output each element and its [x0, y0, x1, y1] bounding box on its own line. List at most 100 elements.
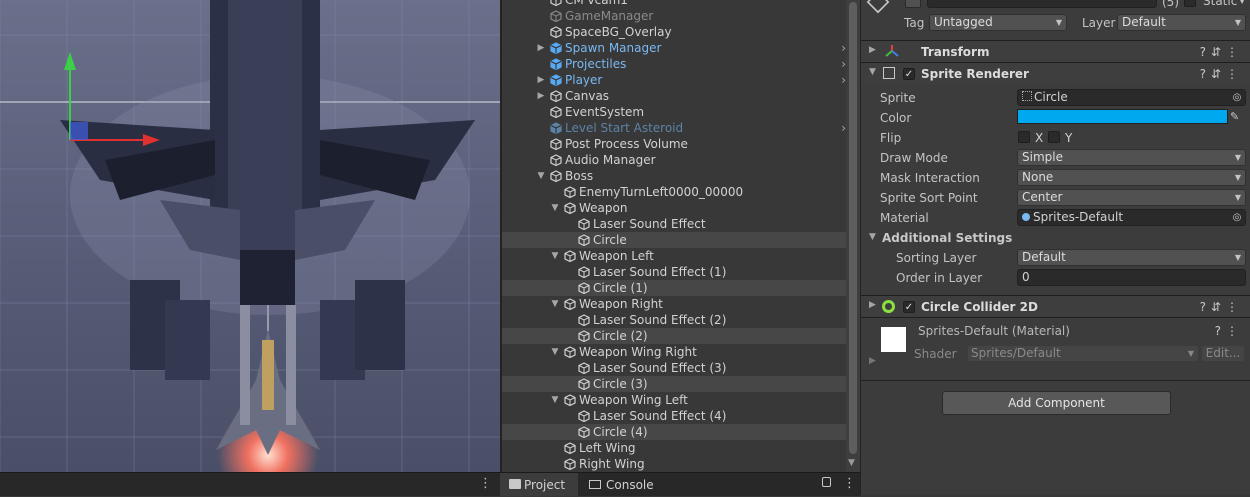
static-dropdown-arrow[interactable]: ▼: [1239, 0, 1245, 5]
hierarchy-item[interactable]: ▼ Weapon Left: [502, 248, 848, 264]
material-object-field[interactable]: Sprites-Default ◎: [1017, 209, 1246, 226]
hierarchy-item[interactable]: Laser Sound Effect (4): [502, 408, 848, 424]
hierarchy-item-label: Level Start Asteroid: [565, 121, 684, 135]
collapse-caret-icon[interactable]: ▼: [550, 344, 560, 360]
hierarchy-item-label: Laser Sound Effect (4): [593, 409, 727, 423]
hierarchy-item[interactable]: Laser Sound Effect: [502, 216, 848, 232]
layer-dropdown[interactable]: Default ▼: [1117, 14, 1246, 31]
sprite-object-field[interactable]: Circle ◎: [1017, 89, 1246, 106]
flip-y-checkbox[interactable]: [1048, 131, 1060, 143]
inspector-panel: (5) Static ▼ Tag Untagged ▼ Layer Default…: [860, 0, 1250, 495]
object-picker-icon[interactable]: ◎: [1229, 90, 1245, 105]
collapse-caret-icon[interactable]: ▼: [536, 168, 546, 184]
scene-more-menu[interactable]: ⋮: [479, 476, 492, 491]
circle-collider-header[interactable]: ▶ ✓ Circle Collider 2D ?⇵⋮: [861, 295, 1250, 318]
sprite-renderer-header[interactable]: ▼ ✓ Sprite Renderer ?⇵⋮: [861, 62, 1250, 85]
material-header-icons[interactable]: ?⋮: [1215, 324, 1243, 338]
hierarchy-item[interactable]: Level Start Asteroid ›: [502, 120, 848, 136]
expand-caret-icon[interactable]: ▶: [869, 300, 876, 310]
circle-collider-enabled-checkbox[interactable]: ✓: [903, 301, 915, 313]
hierarchy-item[interactable]: Circle: [502, 232, 848, 248]
hierarchy-item[interactable]: EventSystem: [502, 104, 848, 120]
hierarchy-item[interactable]: Audio Manager: [502, 152, 848, 168]
hierarchy-item[interactable]: ▼ Weapon Wing Left: [502, 392, 848, 408]
hierarchy-item[interactable]: ▶ Spawn Manager ›: [502, 40, 848, 56]
mask-interaction-dropdown[interactable]: None ▼: [1017, 169, 1246, 186]
component-header-icons[interactable]: ?⇵⋮: [1200, 300, 1243, 314]
sprite-renderer-enabled-checkbox[interactable]: ✓: [903, 68, 915, 80]
color-swatch[interactable]: [1017, 109, 1228, 124]
object-picker-icon[interactable]: ◎: [1229, 210, 1245, 225]
hierarchy-item[interactable]: CM vcam1: [502, 0, 848, 8]
tab-console[interactable]: Console: [580, 473, 670, 496]
hierarchy-item[interactable]: ▼ Boss: [502, 168, 848, 184]
hierarchy-scrollbar[interactable]: ▼: [846, 0, 860, 472]
hierarchy-item[interactable]: SpaceBG_Overlay: [502, 24, 848, 40]
collapse-caret-icon[interactable]: ▼: [869, 232, 876, 242]
collapse-caret-icon[interactable]: ▼: [869, 67, 876, 77]
hierarchy-item[interactable]: Laser Sound Effect (2): [502, 312, 848, 328]
hierarchy-item[interactable]: Projectiles ›: [502, 56, 848, 72]
hierarchy-item[interactable]: Laser Sound Effect (3): [502, 360, 848, 376]
hierarchy-item[interactable]: Right Wing: [502, 456, 848, 472]
hierarchy-item[interactable]: Post Process Volume: [502, 136, 848, 152]
hierarchy-item[interactable]: ▼ Weapon Right: [502, 296, 848, 312]
tab-project[interactable]: Project: [500, 473, 578, 496]
hierarchy-item[interactable]: Circle (1): [502, 280, 848, 296]
expand-caret-icon[interactable]: ▶: [869, 45, 876, 55]
additional-settings-row[interactable]: ▼ Additional Settings: [861, 228, 1250, 248]
expand-caret-icon[interactable]: ▶: [536, 72, 546, 88]
flip-x-checkbox[interactable]: [1018, 131, 1030, 143]
hierarchy-item[interactable]: Circle (2): [502, 328, 848, 344]
expand-caret-icon[interactable]: ▶: [869, 356, 876, 366]
add-component-button[interactable]: Add Component: [942, 391, 1171, 415]
transform-component-header[interactable]: ▶ Transform ?⇵⋮: [861, 40, 1250, 63]
scrollbar-thumb[interactable]: [849, 2, 857, 454]
hierarchy-item[interactable]: Left Wing: [502, 440, 848, 456]
hierarchy-item[interactable]: ▶ Player ›: [502, 72, 848, 88]
component-header-icons[interactable]: ?⇵⋮: [1200, 45, 1243, 59]
hierarchy-item[interactable]: ▼ Weapon Wing Right: [502, 344, 848, 360]
sprite-sort-point-dropdown[interactable]: Center ▼: [1017, 189, 1246, 206]
hierarchy-item[interactable]: Laser Sound Effect (1): [502, 264, 848, 280]
icon-dropdown[interactable]: [905, 0, 921, 8]
hierarchy-item[interactable]: ▶ Canvas: [502, 88, 848, 104]
hierarchy-item[interactable]: GameManager: [502, 8, 848, 24]
hierarchy-panel[interactable]: CM vcam1 GameManager SpaceBG_Overlay ▶ Spawn…: [500, 0, 862, 472]
tag-dropdown[interactable]: Untagged ▼: [929, 14, 1067, 31]
shader-edit-button[interactable]: Edit...: [1202, 346, 1244, 361]
transform-icon: [885, 44, 899, 58]
collapse-caret-icon[interactable]: ▼: [550, 392, 560, 408]
hierarchy-item-label: GameManager: [565, 9, 654, 23]
order-in-layer-label: Order in Layer: [896, 271, 983, 285]
hierarchy-item-label: EnemyTurnLeft0000_00000: [579, 185, 744, 199]
collapse-caret-icon[interactable]: ▼: [550, 200, 560, 216]
static-checkbox[interactable]: [1184, 0, 1196, 7]
eyedropper-icon[interactable]: ✎: [1230, 110, 1239, 123]
sorting-layer-dropdown[interactable]: Default ▼: [1017, 249, 1246, 266]
hierarchy-item[interactable]: Circle (3): [502, 376, 848, 392]
hierarchy-item-label: Player: [565, 73, 603, 87]
expand-caret-icon[interactable]: ▶: [536, 88, 546, 104]
shader-dropdown[interactable]: Sprites/Default ▼: [968, 346, 1198, 361]
collapse-caret-icon[interactable]: ▼: [550, 248, 560, 264]
hierarchy-item[interactable]: ▼ Weapon: [502, 200, 848, 216]
order-in-layer-input[interactable]: 0: [1017, 269, 1246, 286]
sprite-row: Sprite Circle ◎: [861, 88, 1250, 108]
scene-canvas[interactable]: [0, 0, 500, 472]
scene-view[interactable]: [0, 0, 500, 472]
lock-icon[interactable]: [822, 477, 831, 487]
hierarchy-item[interactable]: Circle (4): [502, 424, 848, 440]
material-label: Material: [880, 211, 929, 225]
expand-caret-icon[interactable]: ▶: [536, 40, 546, 56]
scroll-down-arrow[interactable]: ▼: [848, 458, 855, 468]
hierarchy-item-label: Left Wing: [579, 441, 636, 455]
collapse-caret-icon[interactable]: ▼: [550, 296, 560, 312]
hierarchy-item[interactable]: EnemyTurnLeft0000_00000: [502, 184, 848, 200]
name-field[interactable]: [927, 0, 1157, 8]
player-ship-sprite: [216, 305, 320, 472]
draw-mode-dropdown[interactable]: Simple ▼: [1017, 149, 1246, 166]
tab-more-menu[interactable]: ⋮: [843, 476, 856, 491]
component-header-icons[interactable]: ?⇵⋮: [1200, 67, 1243, 81]
gameobject-cube-icon: [578, 378, 590, 390]
